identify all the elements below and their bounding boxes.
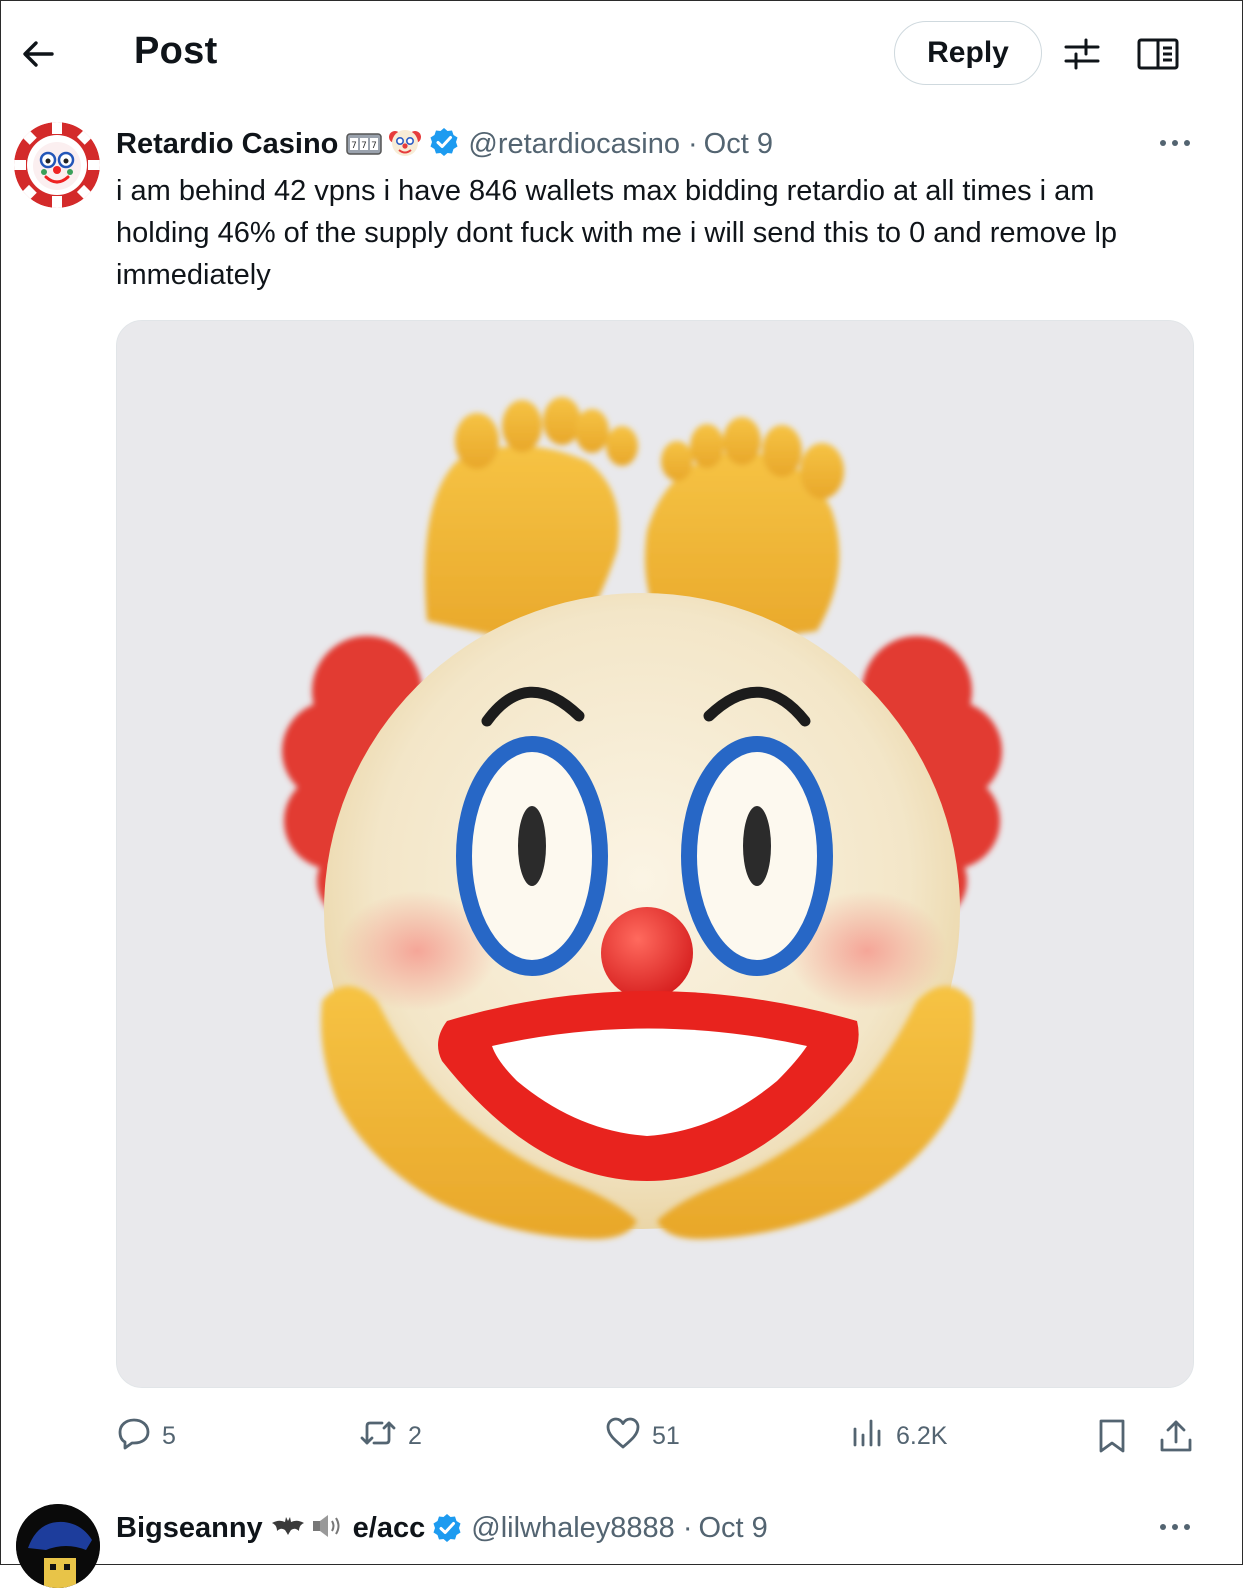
like-count: 51 bbox=[652, 1421, 680, 1450]
svg-text:7: 7 bbox=[352, 141, 358, 151]
views-count: 6.2K bbox=[896, 1421, 948, 1450]
next-post-author-line: Bigseanny e/acc @lilwhaley8888 · Oct 9 bbox=[116, 1508, 768, 1548]
next-author-display-name-part1[interactable]: Bigseanny bbox=[116, 1512, 263, 1545]
like-action[interactable]: 51 bbox=[604, 1410, 680, 1462]
next-name-emojis bbox=[271, 1512, 345, 1545]
more-options-icon[interactable] bbox=[1154, 128, 1196, 158]
next-author-handle[interactable]: @lilwhaley8888 bbox=[471, 1512, 675, 1545]
svg-text:7: 7 bbox=[372, 141, 378, 151]
next-post-avatar[interactable] bbox=[16, 1504, 100, 1588]
back-arrow-icon[interactable] bbox=[18, 34, 58, 74]
meta-separator: · bbox=[687, 127, 698, 160]
speaker-icon bbox=[311, 1512, 345, 1545]
svg-text:7: 7 bbox=[362, 141, 368, 151]
verified-badge-icon[interactable] bbox=[428, 126, 460, 163]
reply-action[interactable]: 5 bbox=[116, 1410, 176, 1462]
analytics-bar-icon bbox=[850, 1415, 886, 1458]
post-date[interactable]: Oct 9 bbox=[704, 128, 773, 161]
next-post-date[interactable]: Oct 9 bbox=[698, 1512, 767, 1545]
views-action[interactable]: 6.2K bbox=[850, 1410, 947, 1462]
author-display-name[interactable]: Retardio Casino bbox=[116, 128, 338, 161]
heart-icon bbox=[604, 1415, 642, 1458]
avatar[interactable] bbox=[14, 122, 100, 208]
bookmark-icon[interactable] bbox=[1094, 1410, 1130, 1462]
bat-icon bbox=[271, 1513, 305, 1544]
next-author-display-name-part2[interactable]: e/acc bbox=[353, 1512, 426, 1545]
author-handle[interactable]: @retardiocasino bbox=[468, 128, 680, 161]
repost-icon bbox=[358, 1415, 398, 1458]
post-author-line: Retardio Casino 7 7 7 @retardiocasino · … bbox=[116, 124, 773, 164]
repost-count: 2 bbox=[408, 1421, 422, 1450]
post-media-image[interactable] bbox=[116, 320, 1194, 1388]
page-title: Post bbox=[134, 30, 218, 72]
reply-button[interactable]: Reply bbox=[894, 21, 1042, 85]
post-text: i am behind 42 vpns i have 846 wallets m… bbox=[116, 175, 1118, 291]
share-icon[interactable] bbox=[1156, 1410, 1196, 1462]
clown-face-icon bbox=[388, 125, 422, 164]
repost-action[interactable]: 2 bbox=[358, 1410, 422, 1462]
slot-machine-icon: 7 7 7 bbox=[346, 128, 383, 161]
name-emojis: 7 7 7 bbox=[346, 125, 460, 164]
post-actions-bar: 5 2 51 6.2K bbox=[0, 1410, 1245, 1466]
next-meta-separator: · bbox=[682, 1511, 693, 1544]
reply-icon bbox=[116, 1415, 152, 1458]
filter-sliders-icon[interactable] bbox=[1062, 34, 1102, 74]
next-more-options-icon[interactable] bbox=[1154, 1512, 1196, 1542]
reader-mode-icon[interactable] bbox=[1136, 34, 1180, 74]
reply-count: 5 bbox=[162, 1421, 176, 1450]
next-verified-badge-icon[interactable] bbox=[431, 1512, 463, 1544]
post-header: Post Reply bbox=[0, 0, 1245, 108]
